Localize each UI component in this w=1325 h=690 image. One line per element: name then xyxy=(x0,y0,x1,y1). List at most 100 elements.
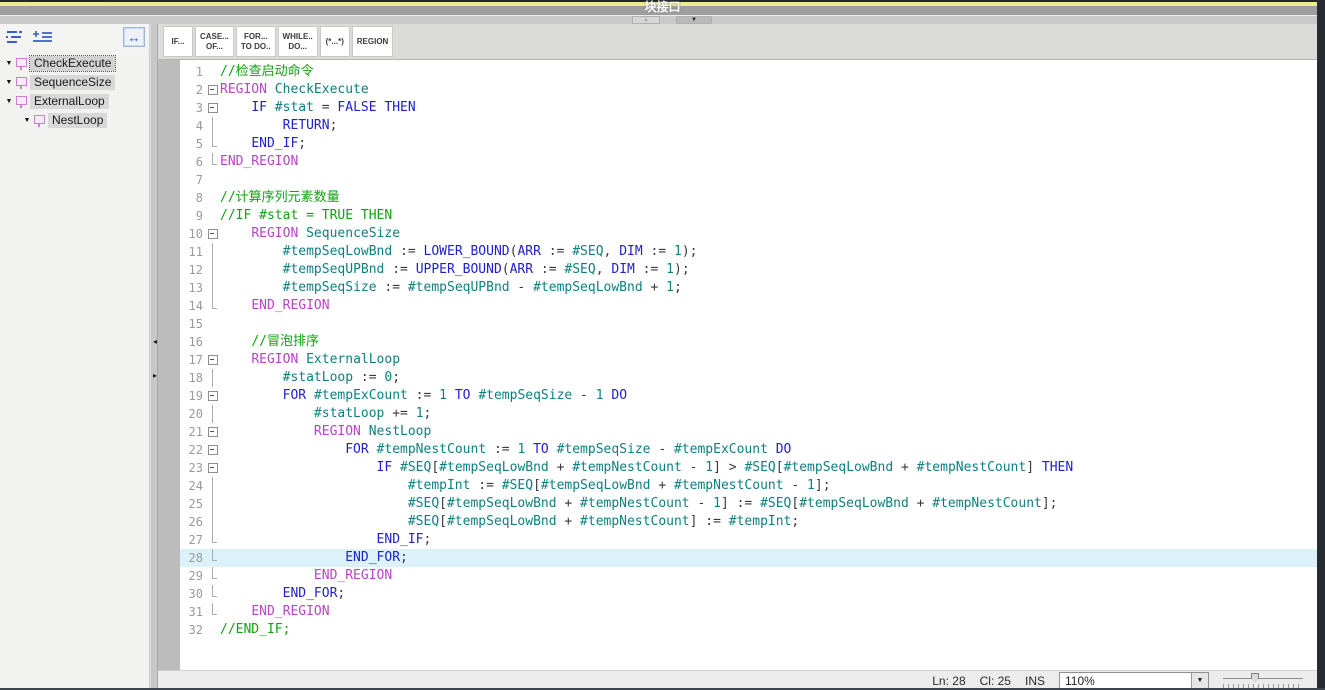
line-number: 22 xyxy=(180,443,206,457)
for-to-do-button[interactable]: FOR...TO DO.. xyxy=(236,26,276,57)
splitter-expand-right-icon[interactable]: ▸ xyxy=(151,372,159,380)
code-line[interactable]: 1 //检查启动命令 xyxy=(180,63,1317,81)
code-line[interactable]: 2REGION CheckExecute xyxy=(180,81,1317,99)
fold-guide xyxy=(206,549,220,567)
code-line[interactable]: 9//IF #stat = TRUE THEN xyxy=(180,207,1317,225)
code-line[interactable]: 7 xyxy=(180,171,1317,189)
tree-expander-icon[interactable]: ▼ xyxy=(4,60,14,67)
tree-expander-icon[interactable]: ▼ xyxy=(4,98,14,105)
code-line[interactable]: 15 xyxy=(180,315,1317,333)
code-line[interactable]: 10 REGION SequenceSize xyxy=(180,225,1317,243)
code-line[interactable]: 8//计算序列元素数量 xyxy=(180,189,1317,207)
zoom-dropdown-arrow-icon[interactable]: ▼ xyxy=(1191,673,1208,688)
code-line[interactable]: 30 END_FOR; xyxy=(180,585,1317,603)
code-line[interactable]: 25 #SEQ[#tempSeqLowBnd + #tempNestCount … xyxy=(180,495,1317,513)
code-line[interactable]: 22 FOR #tempNestCount := 1 TO #tempSeqSi… xyxy=(180,441,1317,459)
line-number: 8 xyxy=(180,191,206,205)
code-line[interactable]: 17 REGION ExternalLoop xyxy=(180,351,1317,369)
code-text: //检查启动命令 xyxy=(220,63,314,81)
interface-collapse-up-button[interactable]: ▲ xyxy=(632,16,660,24)
collapse-structure-icon[interactable] xyxy=(4,28,26,46)
fold-guide xyxy=(206,585,220,603)
code-line[interactable]: 3 IF #stat = FALSE THEN xyxy=(180,99,1317,117)
fold-toggle-icon[interactable] xyxy=(206,441,220,459)
code-line[interactable]: 19 FOR #tempExCount := 1 TO #tempSeqSize… xyxy=(180,387,1317,405)
code-line[interactable]: 11 #tempSeqLowBnd := LOWER_BOUND(ARR := … xyxy=(180,243,1317,261)
code-line[interactable]: 12 #tempSeqUPBnd := UPPER_BOUND(ARR := #… xyxy=(180,261,1317,279)
fold-guide xyxy=(206,567,220,585)
comment-button[interactable]: (*...*) xyxy=(320,26,350,57)
main-area: ↔ ▼CheckExecute▼SequenceSize▼ExternalLoo… xyxy=(0,24,1317,690)
region-flag-icon xyxy=(32,114,45,128)
code-line[interactable]: 24 #tempInt := #SEQ[#tempSeqLowBnd + #te… xyxy=(180,477,1317,495)
line-number: 29 xyxy=(180,569,206,583)
code-line[interactable]: 31 END_REGION xyxy=(180,603,1317,621)
code-line[interactable]: 5 END_IF; xyxy=(180,135,1317,153)
tree-item-externalloop[interactable]: ▼ExternalLoop xyxy=(0,92,149,111)
code-line[interactable]: 23 IF #SEQ[#tempSeqLowBnd + #tempNestCou… xyxy=(180,459,1317,477)
tree-expander-icon[interactable]: ▼ xyxy=(4,79,14,86)
pane-title: 块接口 xyxy=(0,0,1325,15)
fold-toggle-icon[interactable] xyxy=(206,423,220,441)
zoom-select[interactable]: 110% ▼ xyxy=(1059,672,1209,689)
fold-toggle-icon[interactable] xyxy=(206,351,220,369)
zoom-slider[interactable] xyxy=(1223,672,1303,690)
editor-margin-strip xyxy=(158,60,180,670)
code-line[interactable]: 32//END_IF; xyxy=(180,621,1317,639)
fold-guide xyxy=(206,477,220,495)
code-line[interactable]: 6END_REGION xyxy=(180,153,1317,171)
code-text: //END_IF; xyxy=(220,621,290,639)
fold-toggle-icon[interactable] xyxy=(206,99,220,117)
code-line[interactable]: 21 REGION NestLoop xyxy=(180,423,1317,441)
tree-item-checkexecute[interactable]: ▼CheckExecute xyxy=(0,54,149,73)
while-do-button[interactable]: WHILE..DO... xyxy=(278,26,318,57)
tree-item-nestloop[interactable]: ▼NestLoop xyxy=(0,111,149,130)
tree-item-sequencesize[interactable]: ▼SequenceSize xyxy=(0,73,149,92)
expand-structure-icon[interactable] xyxy=(32,28,54,46)
code-text: END_REGION xyxy=(220,567,392,585)
code-text: FOR #tempExCount := 1 TO #tempSeqSize - … xyxy=(220,387,627,405)
window-right-edge xyxy=(1317,0,1325,690)
line-number: 5 xyxy=(180,137,206,151)
interface-expand-down-button[interactable]: ▼ xyxy=(676,16,712,24)
line-number: 15 xyxy=(180,317,206,331)
code-line[interactable]: 26 #SEQ[#tempSeqLowBnd + #tempNestCount]… xyxy=(180,513,1317,531)
column-indicator: Cl: 25 xyxy=(980,674,1011,688)
code-line[interactable]: 4 RETURN; xyxy=(180,117,1317,135)
code-line[interactable]: 18 #statLoop := 0; xyxy=(180,369,1317,387)
code-line[interactable]: 16 //冒泡排序 xyxy=(180,333,1317,351)
line-number: 1 xyxy=(180,65,206,79)
fold-guide xyxy=(206,603,220,621)
fold-guide xyxy=(206,207,220,225)
code-area[interactable]: 1 //检查启动命令2REGION CheckExecute3 IF #stat … xyxy=(180,60,1317,670)
zoom-slider-thumb[interactable] xyxy=(1251,673,1259,683)
code-line[interactable]: 29 END_REGION xyxy=(180,567,1317,585)
case-of-button[interactable]: CASE...OF... xyxy=(195,26,234,57)
tree-expander-icon[interactable]: ▼ xyxy=(22,117,32,124)
fold-guide xyxy=(206,333,220,351)
fold-guide xyxy=(206,279,220,297)
code-text: //IF #stat = TRUE THEN xyxy=(220,207,392,225)
fold-guide xyxy=(206,117,220,135)
code-line[interactable]: 27 END_IF; xyxy=(180,531,1317,549)
sidebar-splitter[interactable]: ◂ ▸ xyxy=(150,24,158,690)
fold-toggle-icon[interactable] xyxy=(206,387,220,405)
code-text: #tempInt := #SEQ[#tempSeqLowBnd + #tempN… xyxy=(220,477,831,495)
code-line[interactable]: 14 END_REGION xyxy=(180,297,1317,315)
code-line[interactable]: 13 #tempSeqSize := #tempSeqUPBnd - #temp… xyxy=(180,279,1317,297)
pane-header: 块接口 ▲ ▼ xyxy=(0,0,1325,24)
region-button[interactable]: REGION xyxy=(352,26,394,57)
snippet-toolbar: IF...CASE...OF...FOR...TO DO..WHILE..DO.… xyxy=(158,24,1317,60)
sidebar-width-toggle-button[interactable]: ↔ xyxy=(123,27,145,47)
code-text: #tempSeqSize := #tempSeqUPBnd - #tempSeq… xyxy=(220,279,682,297)
if-button[interactable]: IF... xyxy=(163,26,193,57)
code-text: RETURN; xyxy=(220,117,337,135)
fold-toggle-icon[interactable] xyxy=(206,225,220,243)
line-number: 6 xyxy=(180,155,206,169)
code-line[interactable]: 20 #statLoop += 1; xyxy=(180,405,1317,423)
code-line[interactable]: 28 END_FOR; xyxy=(180,549,1317,567)
fold-toggle-icon[interactable] xyxy=(206,81,220,99)
fold-toggle-icon[interactable] xyxy=(206,459,220,477)
fold-guide xyxy=(206,405,220,423)
splitter-collapse-left-icon[interactable]: ◂ xyxy=(151,338,159,346)
